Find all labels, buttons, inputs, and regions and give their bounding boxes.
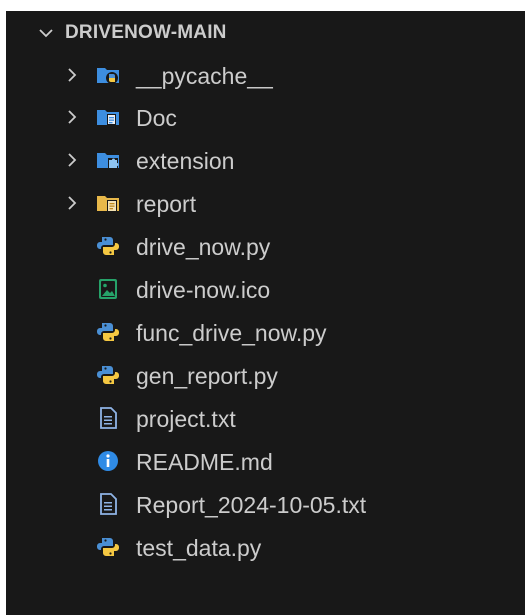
tree-item-drive-now-ico[interactable]: drive-now.ico xyxy=(6,269,525,309)
tree-item-readme-md[interactable]: README.md xyxy=(6,441,525,481)
tree-item-pycache[interactable]: __pycache__ xyxy=(6,55,525,95)
tree-item-doc[interactable]: Doc xyxy=(6,97,525,137)
chevron-down-icon[interactable] xyxy=(35,19,57,47)
tree-item-label: __pycache__ xyxy=(136,63,273,89)
tree-item-project-txt[interactable]: project.txt xyxy=(6,398,525,438)
tree-item-gen-report-py[interactable]: gen_report.py xyxy=(6,355,525,395)
image-file-icon xyxy=(96,277,120,301)
extension-folder-icon xyxy=(96,148,120,172)
tree-item-label: gen_report.py xyxy=(136,363,278,389)
tree-item-report-txt[interactable]: Report_2024-10-05.txt xyxy=(6,484,525,524)
chevron-right-icon[interactable] xyxy=(62,193,82,213)
tree-item-func-drive-now-py[interactable]: func_drive_now.py xyxy=(6,312,525,352)
tree-item-drive-now-py[interactable]: drive_now.py xyxy=(6,226,525,266)
chevron-right-icon[interactable] xyxy=(62,150,82,170)
python-folder-icon xyxy=(96,63,120,87)
tree-item-label: extension xyxy=(136,148,235,174)
tree-item-label: func_drive_now.py xyxy=(136,320,327,346)
python-file-icon xyxy=(96,234,120,258)
doc-folder-icon xyxy=(96,105,120,129)
tree-item-label: README.md xyxy=(136,449,273,475)
python-file-icon xyxy=(96,363,120,387)
tree-item-test-data-py[interactable]: test_data.py xyxy=(6,527,525,567)
tree-item-report[interactable]: report xyxy=(6,183,525,223)
explorer-panel: DRIVENOW-MAIN __pycache__ Doc extension … xyxy=(6,11,525,615)
tree-item-label: Doc xyxy=(136,105,177,131)
python-file-icon xyxy=(96,320,120,344)
report-folder-icon xyxy=(96,191,120,215)
tree-item-label: drive_now.py xyxy=(136,234,271,260)
chevron-right-icon[interactable] xyxy=(62,65,82,85)
explorer-root-label: DRIVENOW-MAIN xyxy=(65,22,227,43)
tree-item-label: drive-now.ico xyxy=(136,277,271,303)
text-file-icon xyxy=(96,406,120,430)
chevron-right-icon[interactable] xyxy=(62,107,82,127)
tree-item-label: report xyxy=(136,191,197,217)
tree-item-extension[interactable]: extension xyxy=(6,140,525,180)
tree-item-label: Report_2024-10-05.txt xyxy=(136,492,367,518)
text-file-icon xyxy=(96,492,120,516)
explorer-root-header[interactable]: DRIVENOW-MAIN xyxy=(6,19,525,47)
tree-item-label: test_data.py xyxy=(136,535,262,561)
python-file-icon xyxy=(96,535,120,559)
info-icon xyxy=(96,449,120,473)
tree-item-label: project.txt xyxy=(136,406,236,432)
